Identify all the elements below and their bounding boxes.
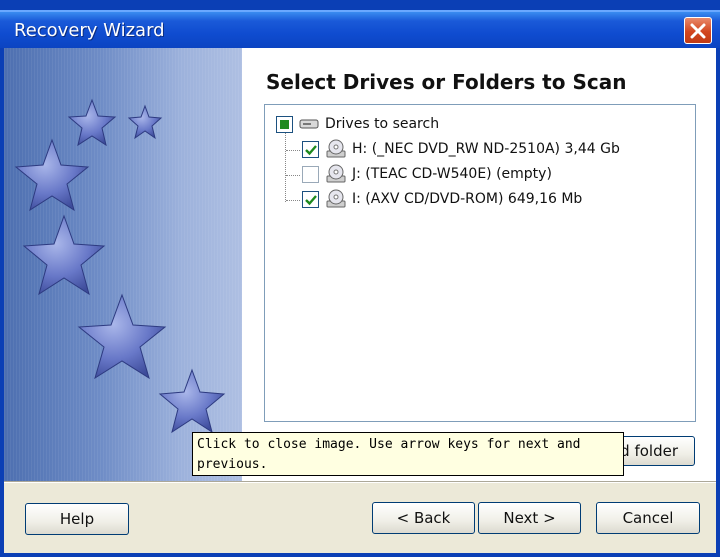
cd-drive-icon xyxy=(326,164,346,183)
cancel-label: Cancel xyxy=(622,509,674,527)
tree-connector xyxy=(285,132,286,202)
tree-item-drive-i[interactable]: I: (AXV CD/DVD-ROM) 649,16 Mb xyxy=(302,189,582,209)
cancel-button[interactable]: Cancel xyxy=(596,502,700,534)
drive-icon xyxy=(299,119,319,129)
title-bar[interactable]: Recovery Wizard xyxy=(0,10,720,48)
tree-connector xyxy=(286,175,300,176)
cd-drive-icon xyxy=(326,139,346,158)
window-title: Recovery Wizard xyxy=(14,20,165,41)
cd-drive-icon xyxy=(326,189,346,208)
footer-divider xyxy=(4,481,716,483)
tree-item-drive-j[interactable]: J: (TEAC CD-W540E) (empty) xyxy=(302,164,552,184)
tree-item-drive-h[interactable]: H: (_NEC DVD_RW ND-2510A) 3,44 Gb xyxy=(302,139,620,159)
next-label: Next > xyxy=(503,509,556,527)
checkmark-icon xyxy=(305,144,317,155)
page-title: Select Drives or Folders to Scan xyxy=(266,70,627,94)
help-label: Help xyxy=(59,510,95,528)
drive-h-checkbox[interactable] xyxy=(302,140,319,158)
drive-j-checkbox[interactable] xyxy=(302,165,319,183)
wizard-banner xyxy=(4,48,242,481)
tree-root-item[interactable]: Drives to search xyxy=(276,114,439,134)
root-checkbox[interactable] xyxy=(276,115,293,133)
tree-item-label: H: (_NEC DVD_RW ND-2510A) 3,44 Gb xyxy=(352,141,620,157)
tree-item-label: J: (TEAC CD-W540E) (empty) xyxy=(352,166,552,182)
back-label: < Back xyxy=(396,509,451,527)
back-button[interactable]: < Back xyxy=(372,502,475,534)
stars-decoration-icon xyxy=(14,98,226,434)
image-viewer-tooltip[interactable]: Click to close image. Use arrow keys for… xyxy=(192,432,624,476)
next-button[interactable]: Next > xyxy=(478,502,581,534)
add-folder-label: d folder xyxy=(620,442,678,460)
close-button[interactable] xyxy=(684,17,712,44)
help-button[interactable]: Help xyxy=(25,503,129,535)
drive-i-checkbox[interactable] xyxy=(302,190,319,208)
close-icon xyxy=(690,23,706,39)
recovery-wizard-window: Recovery Wizard Select Drives or Folders… xyxy=(0,0,720,557)
checkmark-icon xyxy=(305,194,317,205)
tree-connector xyxy=(286,150,300,151)
tree-connector xyxy=(286,200,300,201)
tree-item-label: I: (AXV CD/DVD-ROM) 649,16 Mb xyxy=(352,191,583,207)
tree-root-label: Drives to search xyxy=(325,116,440,132)
